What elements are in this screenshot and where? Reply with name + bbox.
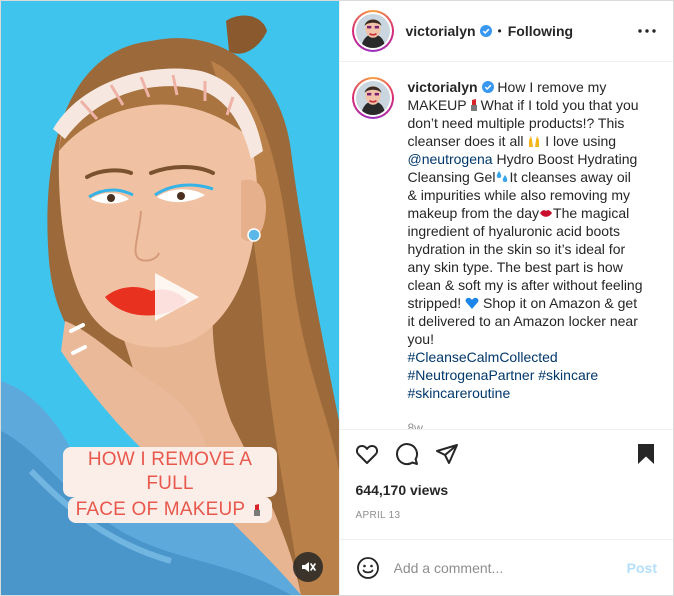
caption-comment: victorialyn How I remove my MAKEUP What i… xyxy=(351,77,660,430)
comment-input[interactable] xyxy=(393,559,627,576)
caption-username[interactable]: victorialyn xyxy=(408,79,478,95)
mention-link[interactable]: @neutrogena xyxy=(408,151,493,167)
comments-area[interactable]: victorialyn How I remove my MAKEUP What i… xyxy=(339,62,673,430)
action-bar xyxy=(340,430,674,478)
hashtag-link[interactable]: #CleanseCalmCollected xyxy=(408,349,558,365)
lipstick-emoji-icon xyxy=(470,99,477,111)
add-comment-bar: Post xyxy=(339,539,673,595)
verified-badge-icon xyxy=(481,81,494,93)
caption-segment: I love using xyxy=(541,133,617,149)
instagram-post: HOW I REMOVE A FULL FACE OF MAKEUP victo… xyxy=(0,0,674,596)
following-button[interactable]: Following xyxy=(508,23,573,39)
post-video[interactable]: HOW I REMOVE A FULL FACE OF MAKEUP xyxy=(1,1,339,595)
post-comment-button[interactable]: Post xyxy=(627,560,657,576)
lipstick-emoji-icon xyxy=(254,504,261,516)
header-username[interactable]: victorialyn xyxy=(406,23,476,39)
avatar[interactable] xyxy=(351,10,394,52)
caption-text: victorialyn How I remove my MAKEUP What i… xyxy=(407,78,644,430)
verified-badge-icon xyxy=(479,25,492,37)
more-options-icon[interactable] xyxy=(635,19,659,43)
play-icon[interactable] xyxy=(141,265,205,329)
sticker-line-2: FACE OF MAKEUP xyxy=(67,497,273,523)
caption-time-ago: 8w xyxy=(407,421,423,430)
hashtag-link[interactable]: #NeutrogenaPartner xyxy=(408,367,535,383)
view-count[interactable]: 644,170 views xyxy=(340,482,674,500)
caption-avatar[interactable] xyxy=(351,77,394,119)
header-separator: • xyxy=(497,24,502,38)
post-date: APRIL 13 xyxy=(355,510,401,521)
smiley-icon[interactable] xyxy=(356,556,380,580)
post-sidebar: victorialyn • Following victorialyn How … xyxy=(338,1,674,595)
comment-icon[interactable] xyxy=(394,441,420,467)
video-caption-sticker: HOW I REMOVE A FULL FACE OF MAKEUP xyxy=(63,447,277,523)
sticker-line-1: HOW I REMOVE A FULL xyxy=(63,447,277,497)
audio-muted-icon[interactable] xyxy=(293,552,323,582)
blue-heart-emoji-icon xyxy=(465,297,479,309)
bookmark-filled-icon[interactable] xyxy=(633,441,659,467)
hashtag-link[interactable]: #skincare xyxy=(538,367,598,383)
raised-hands-emoji-icon xyxy=(529,136,540,147)
post-header: victorialyn • Following xyxy=(339,1,673,62)
droplets-emoji-icon xyxy=(497,171,508,182)
avatar-image xyxy=(355,14,390,48)
paper-plane-icon[interactable] xyxy=(434,441,460,467)
heart-icon[interactable] xyxy=(354,441,380,467)
kiss-lips-emoji-icon xyxy=(540,210,553,217)
hashtag-link[interactable]: #skincareroutine xyxy=(408,385,511,401)
avatar-image xyxy=(355,81,390,115)
